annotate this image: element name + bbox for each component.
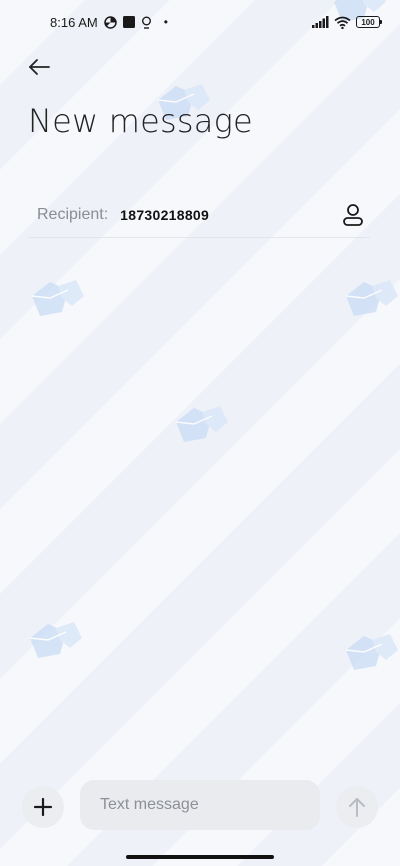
data-saver-icon: [103, 15, 117, 29]
status-right: 100: [312, 16, 382, 29]
add-attachment-button[interactable]: [22, 786, 64, 828]
watermark-crystal-icon: [31, 280, 84, 316]
signal-icon: [312, 16, 329, 28]
watermark-crystal-icon: [345, 634, 398, 670]
recipient-number[interactable]: 18730218809: [120, 207, 209, 223]
watermark-crystal-icon: [345, 280, 398, 316]
arrow-left-icon: [29, 59, 50, 75]
status-left: 8:16 AM •: [50, 15, 168, 30]
home-indicator[interactable]: [126, 855, 274, 859]
page-title: New message: [28, 102, 253, 140]
status-time: 8:16 AM: [50, 14, 98, 30]
person-icon: [343, 203, 363, 226]
location-pin-icon: [141, 16, 152, 29]
status-bar: 8:16 AM • 100: [0, 0, 400, 44]
watermark-crystal-icon: [29, 622, 82, 658]
plus-icon: [33, 797, 53, 817]
recipient-field[interactable]: Recipient: 18730218809: [28, 192, 370, 238]
send-button[interactable]: [336, 786, 378, 828]
more-notifications-dot: •: [163, 15, 168, 29]
arrow-up-icon: [349, 798, 365, 817]
contact-picker-button[interactable]: [336, 198, 370, 232]
back-button[interactable]: [22, 52, 56, 82]
message-input[interactable]: [80, 780, 320, 830]
recipient-label: Recipient:: [37, 205, 109, 223]
wifi-icon: [334, 16, 351, 29]
battery-icon: 100: [356, 16, 382, 28]
watermark-crystal-icon: [175, 406, 228, 442]
square-notification-icon: [122, 16, 135, 28]
